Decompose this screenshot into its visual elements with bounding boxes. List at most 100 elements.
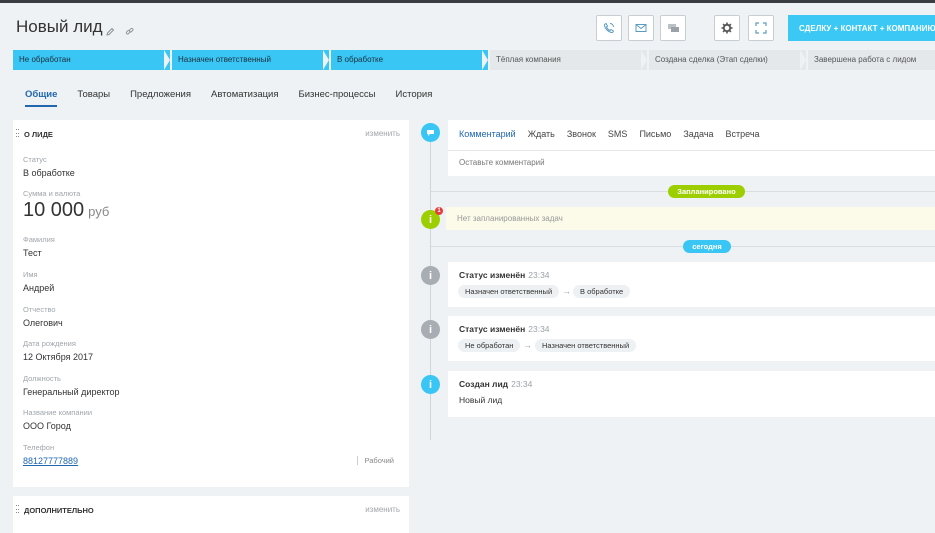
settings-button[interactable]: [714, 15, 740, 41]
phone-button[interactable]: [596, 15, 622, 41]
drag-handle-icon[interactable]: [16, 505, 19, 515]
field-sum: Сумма и валюта 10 000 руб: [23, 189, 109, 222]
expand-button[interactable]: [748, 15, 774, 41]
tab-wait[interactable]: Ждать: [528, 129, 555, 139]
tab-business-processes[interactable]: Бизнес-процессы: [299, 89, 376, 105]
tab-general[interactable]: Общие: [25, 89, 58, 107]
timeline-event: Статус изменён 23:34 Не обработан → Назна…: [448, 316, 935, 361]
pencil-icon[interactable]: [106, 23, 115, 36]
gear-icon: [721, 22, 733, 34]
activity-tabs: Комментарий Ждать Звонок SMS Письмо Зада…: [459, 129, 772, 139]
chat-button[interactable]: [660, 15, 686, 41]
field-value: Андрей: [23, 283, 55, 293]
tab-call[interactable]: Звонок: [567, 129, 596, 139]
timeline-event: Статус изменён 23:34 Назначен ответственн…: [448, 262, 935, 307]
about-lead-panel: О ЛИДЕ изменить Статус В обработке Сумма…: [13, 120, 409, 487]
tab-task[interactable]: Задача: [683, 129, 713, 139]
field-label: Имя: [23, 270, 38, 279]
field-value: В обработке: [23, 168, 75, 178]
event-title: Создан лид 23:34: [459, 379, 533, 389]
info-icon: i: [421, 375, 440, 394]
sum-amount: 10 000: [23, 199, 85, 221]
field-value: ООО Город: [23, 421, 71, 431]
counter-badge: 1: [435, 207, 443, 215]
additional-panel: ДОПОЛНИТЕЛЬНО изменить: [13, 496, 409, 533]
info-icon: i: [421, 320, 440, 339]
tab-products[interactable]: Товары: [77, 89, 110, 105]
field-status: Статус В обработке: [23, 155, 75, 178]
event-title: Статус изменён 23:34: [459, 324, 550, 334]
status-chip: В обработке: [573, 285, 631, 298]
section-title: ДОПОЛНИТЕЛЬНО: [24, 506, 94, 515]
field-lastname: Фамилия Тест: [23, 235, 55, 258]
field-patronymic: Отчество Олегович: [23, 305, 63, 328]
page-title: Новый лид: [16, 17, 103, 36]
field-birthday: Дата рождения 12 Октября 2017: [23, 339, 93, 362]
phone-icon: [603, 22, 615, 34]
field-value: Генеральный директор: [23, 387, 120, 397]
link-icon[interactable]: [125, 23, 134, 35]
comment-input[interactable]: Оставьте комментарий: [459, 158, 545, 167]
drag-handle-icon[interactable]: [16, 129, 19, 139]
tab-comment[interactable]: Комментарий: [459, 129, 516, 139]
field-name: Имя Андрей: [23, 270, 54, 293]
timeline-event: Создан лид 23:34 Новый лид: [448, 371, 935, 417]
stage-label: Создана сделка (Этап сделки): [655, 55, 768, 64]
field-position: Должность Генеральный директор: [23, 374, 120, 397]
event-description: Новый лид: [459, 395, 503, 405]
section-title: О ЛИДЕ: [24, 130, 53, 139]
stage-label: В обработке: [337, 55, 384, 64]
field-label: Дата рождения: [23, 339, 76, 348]
stage-label: Завершена работа с лидом: [814, 55, 917, 64]
mail-button[interactable]: [628, 15, 654, 41]
tab-sms[interactable]: SMS: [608, 129, 628, 139]
stage-item[interactable]: Не обработан: [13, 50, 170, 70]
field-value-sum: 10 000 руб: [23, 199, 109, 222]
status-chip: Не обработан: [458, 339, 521, 352]
field-value: Тест: [23, 248, 42, 258]
planned-pill: Запланировано: [668, 185, 745, 198]
comment-editor: Комментарий Ждать Звонок SMS Письмо Зада…: [448, 120, 935, 176]
field-company: Название компании ООО Город: [23, 408, 92, 431]
tab-meeting[interactable]: Встреча: [726, 129, 760, 139]
status-chip: Назначен ответственный: [458, 285, 560, 298]
event-time: 23:34: [528, 324, 550, 334]
field-label: Телефон: [23, 443, 55, 452]
sum-currency: руб: [88, 204, 110, 219]
event-time: 23:34: [511, 379, 533, 389]
tab-email[interactable]: Письмо: [639, 129, 671, 139]
stage-label: Тёплая компания: [496, 55, 561, 64]
empty-tasks-card: Нет запланированных задач: [446, 207, 935, 230]
stage-bar: Не обработан Назначен ответственный В об…: [13, 50, 935, 70]
stage-item[interactable]: В обработке: [331, 50, 488, 70]
divider: [448, 150, 935, 151]
chat-icon: [667, 23, 679, 32]
stage-item[interactable]: Создана сделка (Этап сделки): [649, 50, 806, 70]
field-value: Олегович: [23, 318, 63, 328]
field-label: Сумма и валюта: [23, 189, 81, 198]
stage-item[interactable]: Назначен ответственный: [172, 50, 329, 70]
mail-icon: [635, 24, 647, 32]
field-label: Статус: [23, 155, 47, 164]
edit-link[interactable]: изменить: [365, 505, 400, 514]
convert-button[interactable]: СДЕЛКУ + КОНТАКТ + КОМПАНИЮ: [788, 15, 935, 41]
phone-link[interactable]: 88127777889: [23, 456, 78, 466]
timeline-line: [430, 140, 431, 440]
comment-icon: [421, 123, 440, 142]
field-label: Отчество: [23, 305, 56, 314]
tab-offers[interactable]: Предложения: [130, 89, 191, 105]
field-value: 12 Октября 2017: [23, 352, 94, 362]
tab-history[interactable]: История: [396, 89, 433, 105]
stage-item[interactable]: Завершена работа с лидом: [808, 50, 935, 70]
detail-tabs: Общие Товары Предложения Автоматизация Б…: [25, 89, 452, 107]
edit-link[interactable]: изменить: [365, 129, 400, 138]
phone-type: Рабочий: [357, 456, 394, 465]
tab-automation[interactable]: Автоматизация: [211, 89, 279, 105]
header: Новый лид СДЕЛКУ + КОНТАКТ + КОМПАНИЮ: [0, 3, 935, 45]
event-title: Статус изменён 23:34: [459, 270, 550, 280]
stage-item[interactable]: Тёплая компания: [490, 50, 647, 70]
event-time: 23:34: [528, 270, 550, 280]
info-icon: i: [421, 266, 440, 285]
expand-icon: [755, 22, 767, 34]
field-label: Фамилия: [23, 235, 55, 244]
